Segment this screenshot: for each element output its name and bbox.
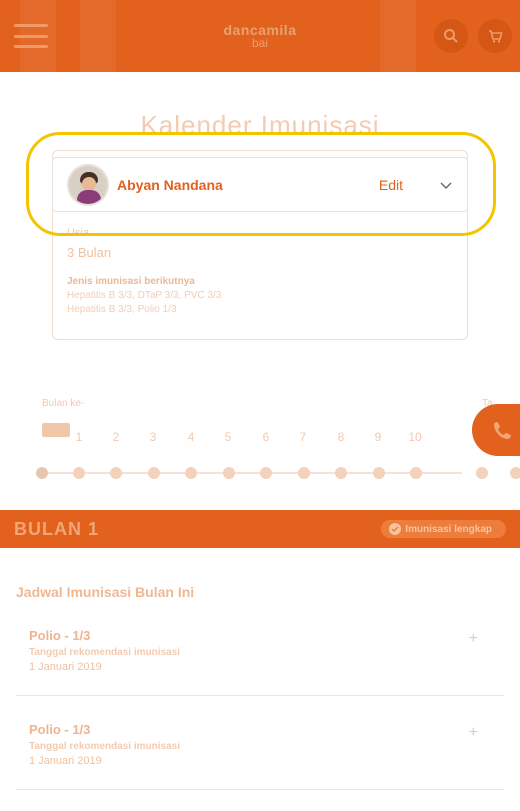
month-item[interactable]: 2 bbox=[101, 430, 131, 444]
month-dot[interactable] bbox=[335, 467, 347, 479]
chevron-down-icon[interactable] bbox=[439, 178, 453, 192]
current-month-bar: BULAN 1 Imunisasi lengkap bbox=[0, 510, 520, 548]
month-dot-0[interactable] bbox=[36, 467, 48, 479]
month-dot[interactable] bbox=[148, 467, 160, 479]
status-badge: Imunisasi lengkap bbox=[381, 520, 506, 538]
date-label: Tanggal rekomendasi imunisasi bbox=[29, 741, 180, 752]
month-item[interactable]: 5 bbox=[213, 430, 243, 444]
month-dot[interactable] bbox=[73, 467, 85, 479]
child-name: Abyan Nandana bbox=[117, 176, 223, 193]
month-dot[interactable] bbox=[185, 467, 197, 479]
check-circle-icon bbox=[389, 523, 402, 535]
month-item[interactable]: 4 bbox=[176, 430, 206, 444]
plus-icon[interactable]: + bbox=[469, 724, 478, 742]
month-item[interactable]: 10 bbox=[400, 430, 430, 444]
call-button[interactable] bbox=[472, 404, 520, 456]
month-dot[interactable] bbox=[223, 467, 235, 479]
month-timeline: 1 2 3 4 5 6 7 8 9 10 bbox=[0, 430, 520, 480]
month-item[interactable]: 3 bbox=[138, 430, 168, 444]
child-selector[interactable]: Abyan Nandana Edit bbox=[52, 157, 468, 212]
brand-logo[interactable]: dancamila bai bbox=[210, 10, 310, 62]
month-item[interactable]: 7 bbox=[288, 430, 318, 444]
month-item[interactable]: 9 bbox=[363, 430, 393, 444]
status-text: Imunisasi lengkap bbox=[405, 523, 492, 535]
month-item[interactable]: 1 bbox=[64, 430, 94, 444]
month-label: Bulan ke- bbox=[42, 398, 85, 409]
month-item[interactable]: 6 bbox=[251, 430, 281, 444]
month-dot[interactable] bbox=[373, 467, 385, 479]
next-immunization-label: Jenis imunisasi berikutnya bbox=[67, 276, 195, 287]
month-dot[interactable] bbox=[298, 467, 310, 479]
header-decoration bbox=[80, 0, 116, 72]
child-avatar bbox=[67, 163, 109, 206]
month-dot[interactable] bbox=[410, 467, 422, 479]
next-immunization-item: Hepatitis B 3/3, Polio 1/3 bbox=[67, 304, 177, 315]
edit-link[interactable]: Edit bbox=[379, 177, 403, 193]
date-label: Tanggal rekomendasi imunisasi bbox=[29, 647, 180, 658]
cart-icon bbox=[489, 30, 503, 43]
plus-icon[interactable]: + bbox=[469, 630, 478, 648]
vaccine-name: Polio - 1/3 bbox=[29, 722, 91, 737]
month-dot[interactable] bbox=[260, 467, 272, 479]
month-item[interactable]: 8 bbox=[326, 430, 356, 444]
app-header: dancamila bai bbox=[0, 0, 520, 72]
next-immunization-item: Hepatitis B 3/3, DTaP 3/3, PVC 3/3 bbox=[67, 290, 222, 301]
vaccine-name: Polio - 1/3 bbox=[29, 628, 91, 643]
menu-icon[interactable] bbox=[14, 24, 48, 48]
month-dot[interactable] bbox=[476, 467, 488, 479]
header-decoration bbox=[380, 0, 416, 72]
current-month-title: BULAN 1 bbox=[14, 518, 100, 539]
search-icon bbox=[444, 29, 458, 43]
age-value: 3 Bulan bbox=[67, 245, 112, 260]
schedule-item[interactable]: Polio - 1/3 Tanggal rekomendasi imunisas… bbox=[16, 620, 504, 696]
recommended-date: 1 Januari 2019 bbox=[29, 755, 102, 767]
phone-icon bbox=[494, 422, 511, 439]
month-dot[interactable] bbox=[110, 467, 122, 479]
schedule-item[interactable]: Polio - 1/3 Tanggal rekomendasi imunisas… bbox=[16, 714, 504, 790]
recommended-date: 1 Januari 2019 bbox=[29, 661, 102, 673]
search-button[interactable] bbox=[434, 19, 468, 53]
cart-button[interactable] bbox=[478, 19, 512, 53]
month-dot[interactable] bbox=[510, 467, 520, 479]
schedule-title: Jadwal Imunisasi Bulan Ini bbox=[16, 584, 195, 600]
